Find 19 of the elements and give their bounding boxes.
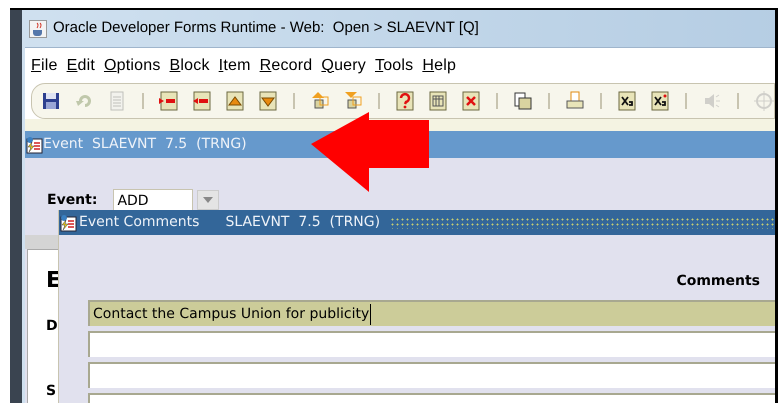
event-label: Event: bbox=[47, 190, 98, 210]
menu-item[interactable]: File bbox=[31, 54, 58, 78]
window-title: Oracle Developer Forms Runtime - Web: Open > SLAEVNT [Q] bbox=[53, 18, 479, 38]
menu-item[interactable]: Help bbox=[422, 54, 456, 78]
menu-item[interactable]: Item bbox=[218, 54, 251, 78]
partial-label: S bbox=[46, 382, 56, 401]
menu-item[interactable]: Options bbox=[104, 54, 161, 78]
form-title: Event SLAEVNT 7.5 (TRNG) bbox=[43, 135, 247, 154]
menu-item[interactable]: Block bbox=[170, 54, 210, 78]
comment-field[interactable]: Contact the Campus Union for publicity bbox=[88, 300, 775, 326]
column-heading: Comments bbox=[676, 272, 760, 291]
partial-label: D bbox=[46, 317, 58, 336]
menu-item[interactable]: Record bbox=[260, 54, 312, 78]
menu-item[interactable]: Query bbox=[321, 54, 366, 78]
event-field[interactable]: ADD bbox=[113, 189, 194, 211]
comments-window-subtitle: SLAEVNT 7.5 (TRNG) bbox=[225, 213, 380, 232]
menu-item[interactable]: Tools bbox=[375, 54, 414, 78]
comments-window-title: Event Comments bbox=[79, 213, 200, 232]
menu-item[interactable]: Edit bbox=[66, 54, 95, 78]
